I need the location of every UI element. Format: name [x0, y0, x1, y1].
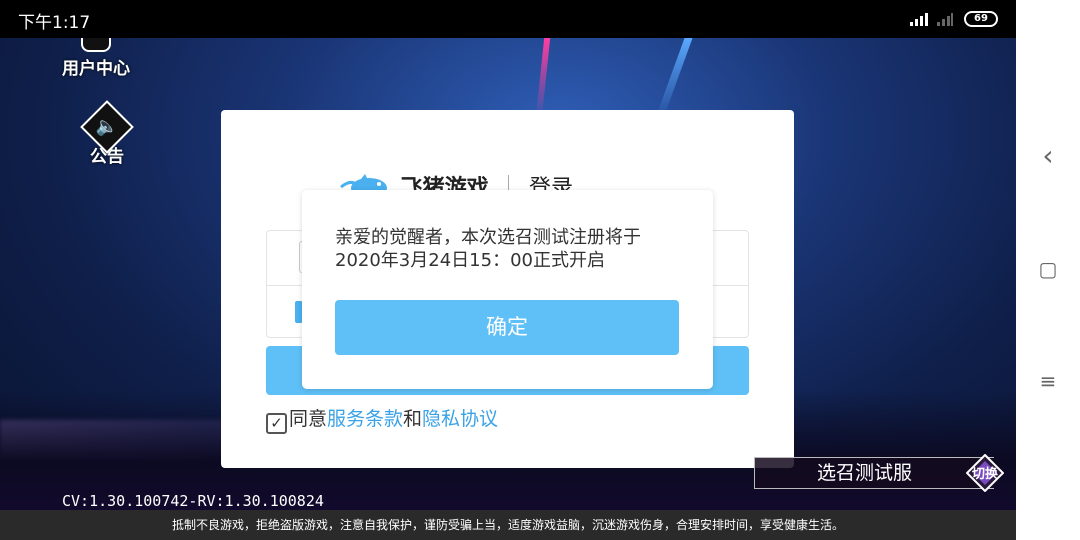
light-beam	[655, 38, 693, 118]
server-selector[interactable]: 选召测试服	[754, 457, 994, 489]
dialog-message: 亲爱的觉醒者，本次选召测试注册将于2020年3月24日15：00正式开启	[335, 227, 641, 271]
light-beam	[535, 38, 551, 118]
confirm-button[interactable]: 确定	[335, 300, 679, 355]
agreement-row: ✓ 同意服务条款和隐私协议	[266, 406, 498, 434]
signal-weak-icon	[937, 13, 953, 26]
status-bar: 下午1:17 69	[0, 0, 1016, 38]
user-icon	[81, 38, 111, 52]
battery-icon: 69	[964, 11, 998, 27]
agree-prefix: 同意	[289, 408, 328, 430]
agree-and: 和	[403, 408, 423, 430]
privacy-link[interactable]: 隐私协议	[422, 408, 498, 430]
notice-button[interactable]: 🔈 公告	[72, 100, 142, 167]
menu-icon[interactable]: ≡	[1038, 371, 1058, 391]
back-icon[interactable]: ‹	[1038, 142, 1058, 170]
version-label: CV:1.30.100742-RV:1.30.100824	[62, 492, 324, 510]
user-center-label: 用户中心	[62, 59, 130, 79]
user-center-button[interactable]: 用户中心	[62, 38, 130, 79]
home-icon[interactable]: ▢	[1038, 259, 1058, 279]
android-nav-bar: ‹ ▢ ≡	[1016, 0, 1080, 540]
speaker-icon: 🔈	[95, 116, 119, 137]
switch-server-button[interactable]: 切换	[962, 454, 1008, 492]
agree-checkbox[interactable]: ✓	[266, 413, 287, 434]
switch-label: 切换	[971, 467, 998, 482]
signal-icon	[910, 13, 928, 26]
status-time: 下午1:17	[18, 13, 91, 33]
announcement-dialog: 亲爱的觉醒者，本次选召测试注册将于2020年3月24日15：00正式开启 确定	[302, 190, 713, 389]
terms-link[interactable]: 服务条款	[327, 408, 403, 430]
health-notice: 抵制不良游戏，拒绝盗版游戏，注意自我保护，谨防受骗上当，适度游戏益脑，沉迷游戏伤…	[0, 510, 1016, 540]
